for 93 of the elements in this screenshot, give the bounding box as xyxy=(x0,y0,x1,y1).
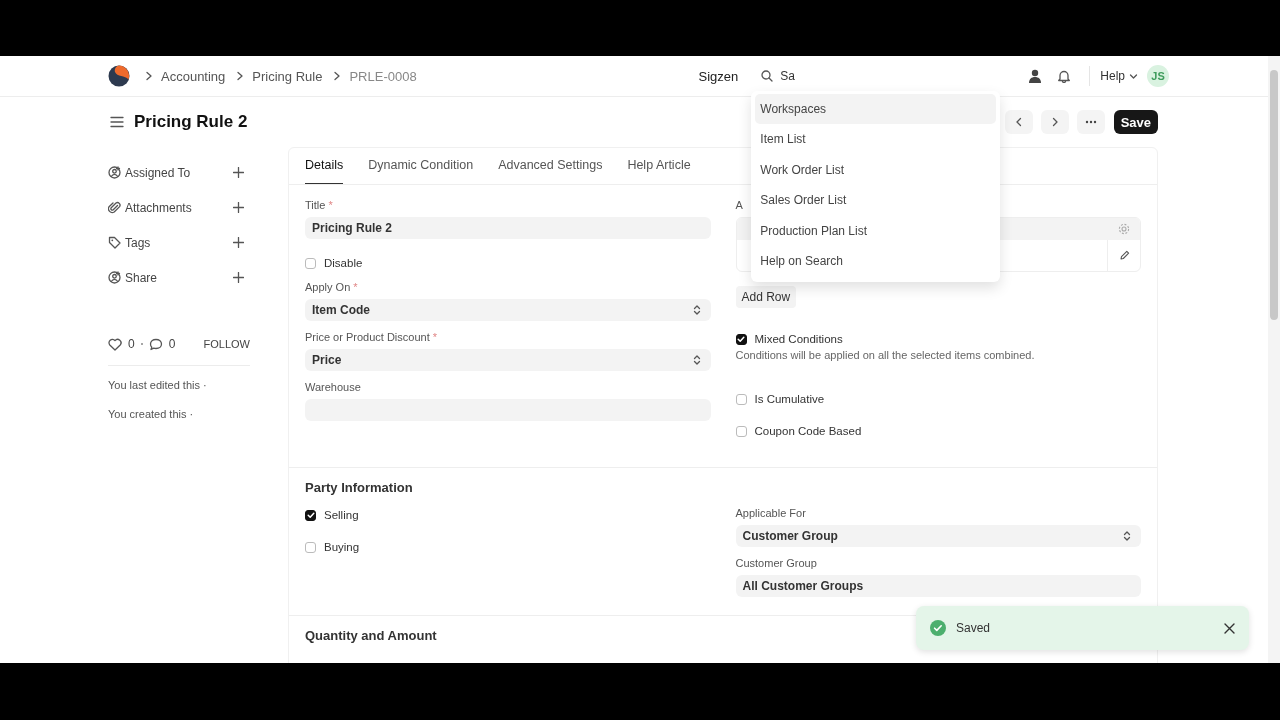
sidebar-link[interactable]: Tags xyxy=(125,235,151,250)
up-down-icon xyxy=(692,304,701,316)
tab[interactable]: Help Article xyxy=(627,148,691,184)
field-label: A xyxy=(735,199,743,211)
up-down-icon xyxy=(1123,530,1131,542)
dropdown-item[interactable]: Workspaces xyxy=(755,94,997,125)
more-button[interactable] xyxy=(1076,110,1105,134)
activity-text: You created this · xyxy=(108,408,195,422)
add-button[interactable] xyxy=(233,167,244,178)
gear-icon xyxy=(1118,223,1130,235)
field-label: Apply On * xyxy=(305,281,358,293)
success-icon xyxy=(930,620,946,636)
scrollbar[interactable] xyxy=(1268,56,1280,663)
field-label: Price or Product Discount * xyxy=(305,331,438,343)
field-label: Warehouse xyxy=(305,381,361,393)
dropdown-item[interactable]: Sales Order List xyxy=(755,185,997,216)
follow-link[interactable]: FOLLOW xyxy=(203,338,250,350)
next-button[interactable] xyxy=(1040,110,1069,134)
input-field[interactable]: All Customer Groups xyxy=(735,575,1141,597)
checkbox-label: Is Cumulative xyxy=(754,393,825,405)
close-button[interactable] xyxy=(1224,622,1235,634)
select-field[interactable]: Price xyxy=(305,349,711,371)
checkbox-label: Selling xyxy=(324,509,359,521)
bell-icon xyxy=(1057,69,1072,83)
checkbox-label: Buying xyxy=(324,541,360,553)
add-button[interactable] xyxy=(233,202,244,213)
pencil-icon xyxy=(1118,250,1130,261)
dropdown-item[interactable]: Item List xyxy=(755,124,997,155)
caret-icon xyxy=(1129,71,1138,81)
select-field[interactable]: Item Code xyxy=(305,299,711,321)
dropdown-item[interactable]: Production Plan List xyxy=(755,215,997,246)
input-field[interactable]: Pricing Rule 2 xyxy=(305,217,711,239)
add-button[interactable] xyxy=(233,237,244,248)
up-down-icon xyxy=(692,354,701,366)
comment-count: 0 xyxy=(168,337,176,351)
logo-icon xyxy=(108,65,130,87)
select-field[interactable]: Customer Group xyxy=(735,525,1141,547)
plus-icon xyxy=(233,272,244,283)
page-title: Pricing Rule 2 xyxy=(134,112,248,132)
field-label: Customer Group xyxy=(735,557,817,569)
section-title: Quantity and Amount xyxy=(305,628,438,643)
check-icon xyxy=(306,511,315,519)
add-row-button[interactable]: Add Row xyxy=(735,286,797,308)
person-plus-icon xyxy=(108,271,121,284)
checkbox[interactable] xyxy=(735,425,747,437)
checkbox-label: Coupon Code Based xyxy=(754,425,862,437)
section-title: Party Information xyxy=(305,480,414,495)
tab[interactable]: Dynamic Condition xyxy=(368,148,474,184)
menu-icon xyxy=(110,115,124,129)
breadcrumb-link[interactable]: Accounting xyxy=(161,68,226,84)
help-text: Conditions will be applied on all the selected items combined. xyxy=(735,349,1035,361)
save-button[interactable]: Save xyxy=(1113,110,1158,134)
breadcrumb-link[interactable]: PRLE-0008 xyxy=(349,68,417,84)
field-label: Applicable For xyxy=(735,507,806,519)
close-icon xyxy=(1224,622,1235,634)
field-label: Title * xyxy=(305,199,333,211)
heart-icon xyxy=(108,337,122,351)
company-name: Sigzen xyxy=(698,68,739,84)
checkbox[interactable] xyxy=(305,541,316,553)
checkbox[interactable] xyxy=(305,257,316,269)
comment-icon xyxy=(148,337,163,351)
help-menu[interactable]: Help xyxy=(1100,69,1138,83)
search-field[interactable]: Sa xyxy=(780,69,931,83)
tag-icon xyxy=(108,236,121,249)
sidebar-link[interactable]: Assigned To xyxy=(125,165,191,180)
search-icon xyxy=(761,70,774,82)
plus-icon xyxy=(233,237,244,248)
sidebar-link[interactable]: Attachments xyxy=(125,200,192,215)
checkbox[interactable] xyxy=(735,333,747,345)
add-button[interactable] xyxy=(233,272,244,283)
more-icon xyxy=(1084,120,1097,124)
dropdown-item[interactable]: Work Order List xyxy=(755,154,997,186)
checkbox-label: Mixed Conditions xyxy=(754,333,843,345)
breadcrumb-link[interactable]: Pricing Rule xyxy=(252,68,323,84)
checkbox[interactable] xyxy=(305,509,316,521)
activity-text: You last edited this · xyxy=(108,379,208,393)
scrollbar-thumb[interactable] xyxy=(1270,70,1278,320)
chevron-right-icon xyxy=(144,71,154,81)
person-plus-icon xyxy=(108,166,121,179)
checkbox[interactable] xyxy=(735,393,747,405)
plus-icon xyxy=(233,202,244,213)
tab[interactable]: Advanced Settings xyxy=(498,148,603,184)
paperclip-icon xyxy=(108,201,121,214)
like-count: 0 xyxy=(128,337,135,351)
toast-message: Saved xyxy=(956,621,991,635)
check-icon xyxy=(737,335,745,343)
checkbox-label: Disable xyxy=(324,257,363,269)
dropdown-item[interactable]: Help on Search xyxy=(755,245,997,277)
sidebar-link[interactable]: Share xyxy=(125,270,158,285)
previous-button[interactable] xyxy=(1004,110,1033,134)
plus-icon xyxy=(233,167,244,178)
user-icon xyxy=(1028,69,1043,83)
tab[interactable]: Details xyxy=(305,148,344,184)
